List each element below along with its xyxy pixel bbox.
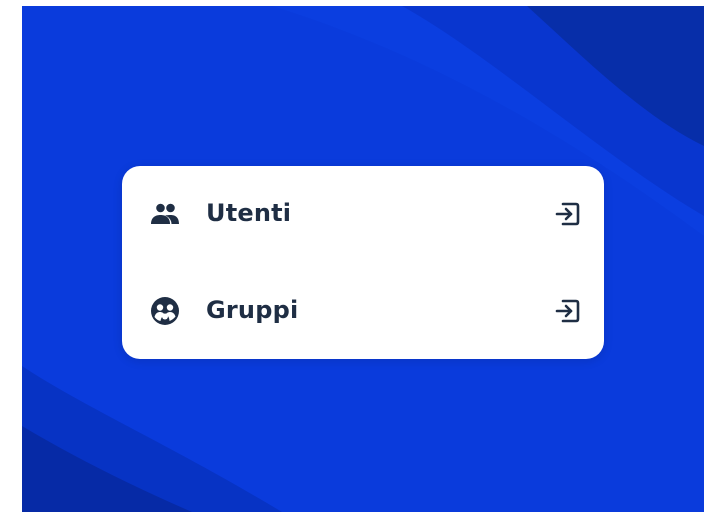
- navigation-card: Utenti Gruppi: [122, 166, 604, 359]
- menu-item-label: Gruppi: [206, 296, 299, 324]
- group-icon: [151, 297, 179, 325]
- background-panel: Utenti Gruppi: [22, 6, 704, 512]
- users-icon: [151, 203, 179, 224]
- login-arrow-icon[interactable]: [552, 296, 582, 326]
- login-arrow-icon[interactable]: [552, 199, 582, 229]
- menu-item-groups[interactable]: Gruppi: [122, 263, 604, 359]
- menu-item-label: Utenti: [206, 199, 292, 227]
- menu-item-users[interactable]: Utenti: [122, 166, 604, 262]
